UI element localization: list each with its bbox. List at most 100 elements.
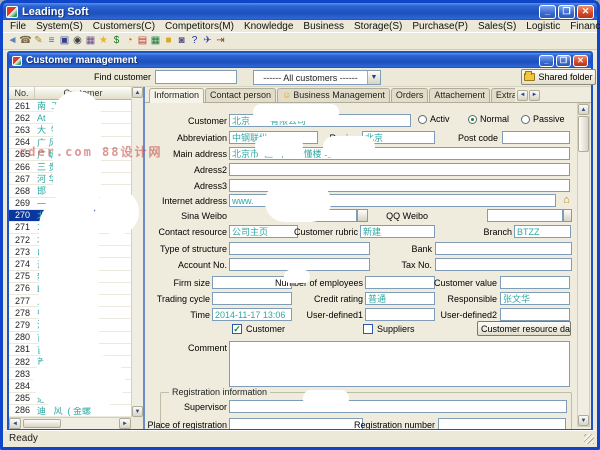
row-no: 263 [9, 125, 35, 135]
column-no[interactable]: No. [9, 87, 35, 99]
speaker-icon-button[interactable]: ◄ [6, 34, 19, 49]
maximize-button[interactable]: ❐ [558, 5, 575, 19]
redaction-blob [33, 355, 125, 407]
menu-item-business[interactable]: Business [301, 21, 346, 32]
bank-input[interactable] [435, 242, 572, 255]
post-code-input[interactable] [502, 131, 570, 144]
suppliers-checkbox[interactable]: ✓Suppliers [363, 324, 415, 334]
table-icon-button[interactable]: ▦ [149, 34, 162, 49]
find-customer-input[interactable] [155, 70, 237, 84]
qq-weibo-browse-button[interactable] [563, 209, 572, 222]
folder-icon: ■ [165, 36, 171, 46]
row-no: 271 [9, 222, 35, 232]
phone-icon-button[interactable]: ☎ [19, 34, 32, 49]
inner-maximize-button[interactable]: ❐ [556, 55, 571, 67]
list-horizontal-scrollbar[interactable]: ◄ ► [9, 417, 131, 429]
exit-icon-button[interactable]: ⇥ [214, 34, 227, 49]
redaction-blob [323, 136, 375, 158]
list-icon-button[interactable]: ≡ [45, 34, 58, 49]
branch-input[interactable] [514, 225, 571, 238]
inner-window-icon [12, 56, 22, 66]
find-icon-button[interactable]: ◉ [71, 34, 84, 49]
menu-item-logistic[interactable]: Logistic [524, 21, 562, 32]
calendar-icon-button[interactable]: ▦ [84, 34, 97, 49]
responsible-input[interactable] [500, 292, 570, 305]
inner-close-button[interactable]: ✕ [573, 55, 588, 67]
form-scroll-down-icon[interactable]: ▼ [578, 415, 589, 426]
form-scroll-up-icon[interactable]: ▲ [578, 104, 589, 115]
save-icon-button[interactable]: ▣ [58, 34, 71, 49]
list-vertical-scrollbar[interactable]: ▲ ▼ [131, 87, 143, 417]
customer-checkbox[interactable]: ✓Customer [232, 324, 285, 334]
menu-item-storage-s[interactable]: Storage(S) [352, 21, 404, 32]
scroll-right-icon[interactable]: ► [119, 418, 131, 429]
minimize-button[interactable]: _ [539, 5, 556, 19]
plane-icon-button[interactable]: ✈ [201, 34, 214, 49]
tab-orders[interactable]: Orders [391, 88, 429, 103]
tax-no-input[interactable] [435, 258, 572, 271]
customer-value-input[interactable] [500, 276, 570, 289]
registration-number-input[interactable] [438, 418, 566, 429]
hscroll-track[interactable] [21, 418, 119, 429]
supervisor-input[interactable] [229, 400, 567, 413]
home-icon[interactable]: ⌂ [559, 194, 574, 207]
menu-item-finance-f[interactable]: Finance(F) [568, 21, 600, 32]
report-icon-button[interactable]: ▤ [136, 34, 149, 49]
qq-weibo-input[interactable] [487, 209, 563, 222]
trading-cycle-input[interactable] [212, 292, 292, 305]
scroll-up-icon[interactable]: ▲ [132, 87, 143, 98]
star-icon-button[interactable]: ★ [97, 34, 110, 49]
suppliers-checkbox-label: Suppliers [377, 324, 415, 334]
adress3-label: Adress3 [147, 181, 227, 191]
customer-filter-select[interactable]: ------ All customers ------ ▼ [253, 70, 381, 85]
folder-icon-button[interactable]: ■ [162, 34, 175, 49]
scroll-left-icon[interactable]: ◄ [9, 418, 21, 429]
redaction-blob [303, 390, 349, 407]
camera-icon-button[interactable]: ◙ [175, 34, 188, 49]
time-input[interactable] [212, 308, 292, 321]
menu-item-knowledge[interactable]: Knowledge [242, 21, 295, 32]
radio-normal[interactable]: Normal [468, 114, 509, 124]
menu-item-customers-c[interactable]: Customers(C) [91, 21, 157, 32]
app-icon [6, 6, 18, 18]
menu-item-sales-s[interactable]: Sales(S) [476, 21, 518, 32]
menu-item-purchase-p[interactable]: Purchase(P) [410, 21, 470, 32]
close-button[interactable]: ✕ [577, 5, 594, 19]
radio-passive[interactable]: Passive [521, 114, 565, 124]
inner-minimize-button[interactable]: _ [539, 55, 554, 67]
new-note-icon-button[interactable]: ✎ [32, 34, 45, 49]
form-vertical-scrollbar[interactable]: ▲ ▼ [577, 103, 590, 427]
money-icon-button[interactable]: $ [110, 34, 123, 49]
menu-bar: File System(S) Customers(C) Competitors(M) K… [3, 20, 597, 33]
menu-item-file[interactable]: File [8, 21, 28, 32]
tab-contact-person[interactable]: Contact person [205, 88, 276, 103]
menu-item-system-s[interactable]: System(S) [34, 21, 85, 32]
customer-resource-database-button[interactable]: Customer resource databa [477, 321, 571, 336]
hscroll-thumb[interactable] [23, 419, 61, 428]
help-icon-button[interactable]: ? [188, 34, 201, 49]
tab-business-management[interactable]: ☺Business Management [277, 88, 390, 103]
customer-rubric-input[interactable] [360, 225, 435, 238]
type-of-structure-input[interactable] [229, 242, 370, 255]
resize-grip[interactable] [584, 434, 594, 444]
plane-icon: ✈ [203, 36, 211, 46]
shared-folder-button[interactable]: Shared folder [521, 69, 596, 85]
chevron-down-icon[interactable]: ▼ [367, 71, 380, 84]
tab-scroll-left-icon[interactable]: ◄ [517, 90, 528, 101]
row-no: 273 [9, 247, 35, 257]
scroll-down-icon[interactable]: ▼ [132, 406, 143, 417]
adress2-input[interactable] [229, 163, 570, 176]
menu-item-competitors-m[interactable]: Competitors(M) [163, 21, 236, 32]
user-defined2-input[interactable] [500, 308, 570, 321]
form-scroll-thumb[interactable] [578, 116, 589, 152]
tab-attachement[interactable]: Attachement [429, 88, 490, 103]
radio-activ[interactable]: Activ [418, 114, 450, 124]
shared-folder-label: Shared folder [538, 72, 592, 82]
customer-checkbox-label: Customer [246, 324, 285, 334]
row-no: 272 [9, 235, 35, 245]
pie-chart-icon-button[interactable]: ◔ [123, 34, 136, 49]
tab-extra-field[interactable]: Extra field [491, 88, 515, 103]
comment-textarea[interactable] [229, 341, 570, 387]
tab-scroll-right-icon[interactable]: ► [529, 90, 540, 101]
tab-information[interactable]: Information [149, 88, 204, 103]
